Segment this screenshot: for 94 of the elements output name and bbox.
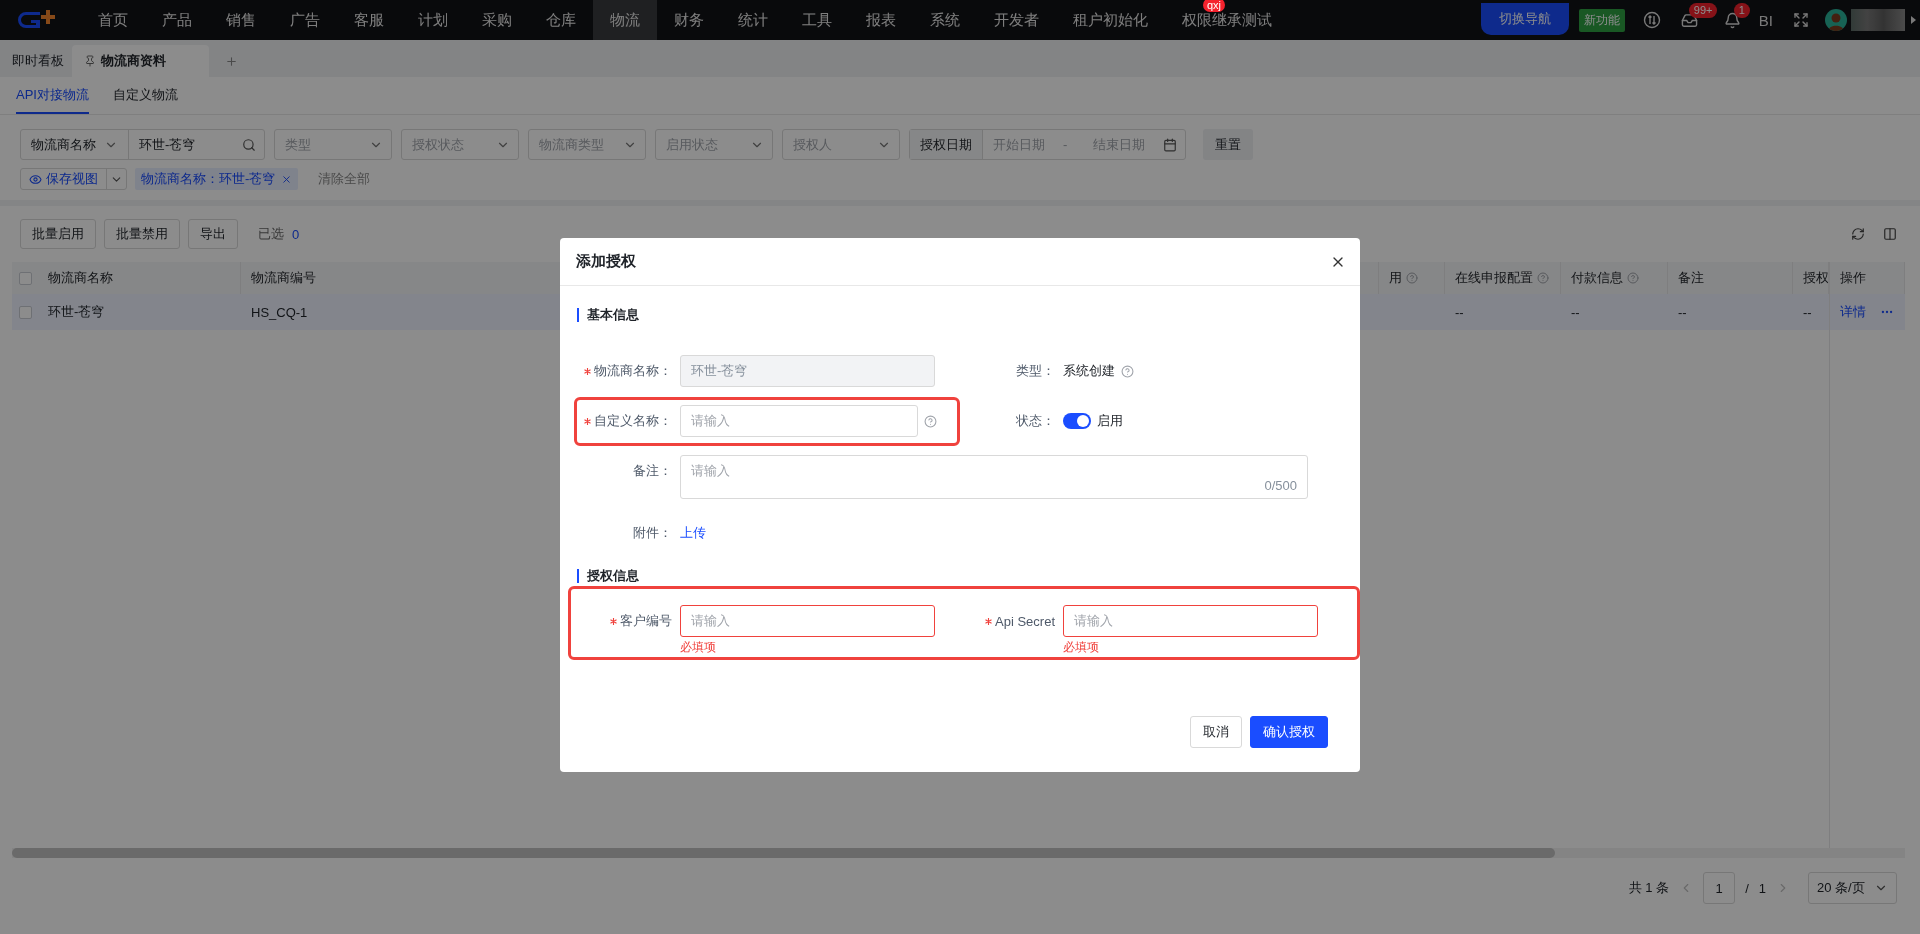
type-value: 系统创建 bbox=[1063, 362, 1115, 380]
sub-tab[interactable]: 自定义物流 bbox=[112, 77, 178, 114]
notification-icon[interactable] bbox=[1723, 11, 1741, 29]
field-label: 自定义名称： bbox=[594, 412, 672, 430]
help-icon[interactable] bbox=[924, 414, 937, 428]
nav-menu-item[interactable]: 开发者 bbox=[977, 0, 1056, 40]
nav-menu-item[interactable]: 报表 bbox=[849, 0, 913, 40]
count-badge: 99+ bbox=[1688, 2, 1718, 18]
field-label: 状态： bbox=[1016, 412, 1055, 430]
switch-label: 启用 bbox=[1097, 412, 1123, 430]
nav-menu-item[interactable]: 统计 bbox=[721, 0, 785, 40]
fullscreen-icon[interactable] bbox=[1793, 12, 1809, 28]
checkbox[interactable] bbox=[18, 305, 32, 319]
avatar[interactable] bbox=[1825, 9, 1847, 31]
reset-button[interactable]: 重置 bbox=[1203, 129, 1253, 160]
field-label: Api Secret bbox=[995, 613, 1055, 629]
add-tab-icon[interactable] bbox=[225, 54, 238, 68]
error-text: 必填项 bbox=[680, 639, 717, 656]
nav-menu-item[interactable]: 采购 bbox=[465, 0, 529, 40]
page-tab[interactable]: 物流商资料 bbox=[72, 45, 209, 77]
input-field[interactable]: 请输入 bbox=[680, 605, 935, 637]
input-field[interactable]: 请输入 bbox=[1063, 605, 1318, 637]
nav-menu-item[interactable]: 仓库 bbox=[529, 0, 593, 40]
column-header: 付款信息 bbox=[1561, 262, 1668, 294]
column-header: 用 bbox=[1379, 262, 1445, 294]
nav-menu-item[interactable]: 财务 bbox=[657, 0, 721, 40]
eye-icon bbox=[29, 172, 42, 186]
nav-menu-item[interactable]: 工具 bbox=[785, 0, 849, 40]
table-cell: -- bbox=[1445, 294, 1561, 330]
nav-menu-item[interactable]: 广告 bbox=[273, 0, 337, 40]
nav-menu-item[interactable]: 首页 bbox=[81, 0, 145, 40]
column-header: 备注 bbox=[1668, 262, 1793, 294]
table-cell: 环世-苍穹 bbox=[38, 294, 241, 330]
field-label: 备注： bbox=[633, 462, 672, 480]
columns-icon[interactable] bbox=[1883, 227, 1897, 241]
user-badge: qxj bbox=[1203, 0, 1226, 12]
checkbox[interactable] bbox=[18, 271, 32, 285]
selected-label: 已选 bbox=[258, 225, 284, 243]
pin-icon bbox=[84, 55, 96, 67]
field-label: 附件： bbox=[633, 524, 672, 542]
disabled-input-field: 环世-苍穹 bbox=[680, 355, 935, 387]
nav-menu-item[interactable]: 客服 bbox=[337, 0, 401, 40]
nav-menu-item[interactable]: 计划 bbox=[401, 0, 465, 40]
error-text: 必填项 bbox=[1063, 639, 1100, 656]
blurred-name bbox=[1851, 9, 1905, 31]
nav-menu-item[interactable]: 系统 bbox=[913, 0, 977, 40]
new-feature-badge[interactable]: 新功能 bbox=[1578, 8, 1625, 32]
total-count: 共 1 条 bbox=[1628, 879, 1670, 897]
toolbar-button[interactable]: 批量启用 bbox=[20, 219, 96, 249]
help-icon[interactable] bbox=[1121, 364, 1134, 378]
nav-menu-item[interactable]: 产品 bbox=[145, 0, 209, 40]
table-cell: -- bbox=[1561, 294, 1668, 330]
page-input[interactable]: 1 bbox=[1703, 872, 1736, 904]
count-badge: 1 bbox=[1733, 2, 1750, 18]
confirm-button[interactable]: 确认授权 bbox=[1250, 716, 1328, 748]
page-size-select[interactable]: 20 条/页 bbox=[1808, 872, 1897, 904]
table-cell: -- bbox=[1668, 294, 1793, 330]
help-icon[interactable] bbox=[1537, 272, 1549, 284]
field-label: 客户编号 bbox=[620, 612, 672, 630]
field-label: 类型： bbox=[1016, 362, 1055, 380]
page-tab[interactable]: 即时看板 bbox=[12, 45, 72, 77]
scrollbar-thumb[interactable] bbox=[12, 848, 1555, 858]
help-icon[interactable] bbox=[1627, 272, 1639, 284]
toggle-switch[interactable] bbox=[1063, 413, 1091, 429]
column-header: 物流商名称 bbox=[38, 262, 241, 294]
upload-link[interactable]: 上传 bbox=[680, 524, 706, 542]
bi-link[interactable]: BI bbox=[1758, 11, 1773, 29]
cancel-button[interactable]: 取消 bbox=[1190, 716, 1242, 748]
page-count: 1 bbox=[1758, 880, 1766, 896]
table-cell: -- bbox=[1793, 294, 1829, 330]
column-header: 授权 bbox=[1793, 262, 1829, 294]
detail-link[interactable]: 详情 bbox=[1840, 303, 1866, 321]
selected-count: 0 bbox=[292, 226, 300, 242]
textarea-field[interactable]: 请输入 0/500 bbox=[680, 455, 1308, 499]
sort-icon[interactable] bbox=[1642, 11, 1661, 29]
page-separator: / bbox=[1745, 880, 1749, 896]
nav-menu-item[interactable]: 租户初始化 bbox=[1056, 0, 1165, 40]
nav-menu-item[interactable]: 物流 bbox=[593, 0, 657, 40]
section-title: 授权信息 bbox=[577, 569, 1343, 583]
switch-nav-button[interactable]: 切换导航 bbox=[1480, 3, 1569, 35]
filter-chip[interactable]: 物流商名称：环世-苍穹 bbox=[135, 168, 299, 190]
help-icon[interactable] bbox=[1406, 272, 1418, 284]
sub-tab[interactable]: API对接物流 bbox=[16, 77, 89, 114]
clear-all-link[interactable]: 清除全部 bbox=[318, 170, 371, 188]
toolbar-button[interactable]: 批量禁用 bbox=[104, 219, 180, 249]
section-title: 基本信息 bbox=[577, 308, 1343, 322]
column-header: 在线申报配置 bbox=[1445, 262, 1561, 294]
refresh-icon[interactable] bbox=[1851, 227, 1865, 241]
toolbar-button[interactable]: 导出 bbox=[188, 219, 238, 249]
caret-icon[interactable] bbox=[1911, 16, 1916, 24]
field-label: 物流商名称： bbox=[594, 362, 672, 380]
column-header: 操作 bbox=[1829, 262, 1905, 294]
nav-menu-item[interactable]: 销售 bbox=[209, 0, 273, 40]
input-field[interactable]: 请输入 bbox=[680, 405, 918, 437]
